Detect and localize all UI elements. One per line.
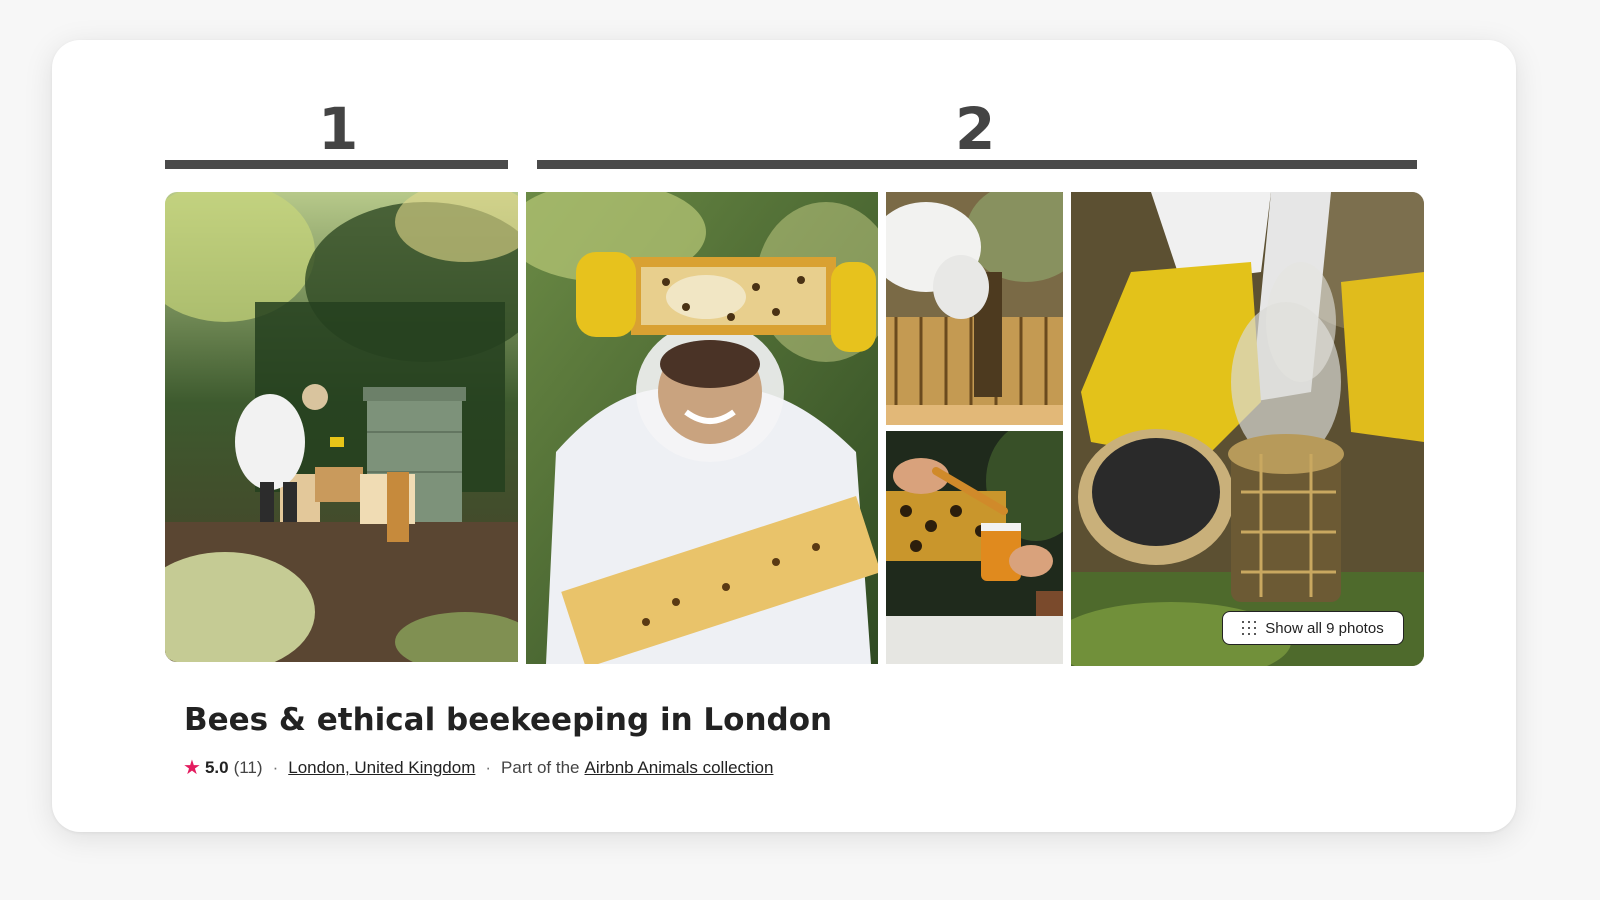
photo-beekeeper-honeycomb[interactable] bbox=[526, 192, 878, 664]
photo-bee-smoker[interactable] bbox=[1071, 192, 1424, 666]
separator-dot: · bbox=[485, 757, 492, 777]
location-link[interactable]: London, United Kingdom bbox=[288, 758, 475, 778]
separator-dot: · bbox=[272, 757, 279, 777]
photo-honey-jar[interactable] bbox=[886, 431, 1063, 664]
section-2-label: 2 bbox=[955, 95, 996, 163]
grid-dots-icon bbox=[1242, 621, 1257, 635]
show-all-photos-button[interactable]: Show all 9 photos bbox=[1222, 611, 1404, 645]
collection-prefix: Part of the bbox=[501, 757, 580, 777]
show-all-photos-label: Show all 9 photos bbox=[1265, 619, 1384, 637]
rating-value: 5.0 bbox=[204, 757, 229, 777]
listing-meta: ★ 5.0 (11) · London, United Kingdom · Pa… bbox=[183, 755, 773, 780]
reviews-count[interactable]: (11) bbox=[234, 758, 263, 778]
section-2-bar bbox=[537, 160, 1417, 169]
section-1-label: 1 bbox=[318, 95, 359, 163]
section-1-bar bbox=[165, 160, 508, 169]
photo-frame-inspection[interactable] bbox=[886, 192, 1063, 425]
collection-link[interactable]: Airbnb Animals collection bbox=[584, 758, 773, 778]
listing-title: Bees & ethical beekeeping in London bbox=[184, 702, 833, 738]
photo-garden-hives[interactable] bbox=[165, 192, 518, 662]
star-icon: ★ bbox=[183, 757, 201, 779]
